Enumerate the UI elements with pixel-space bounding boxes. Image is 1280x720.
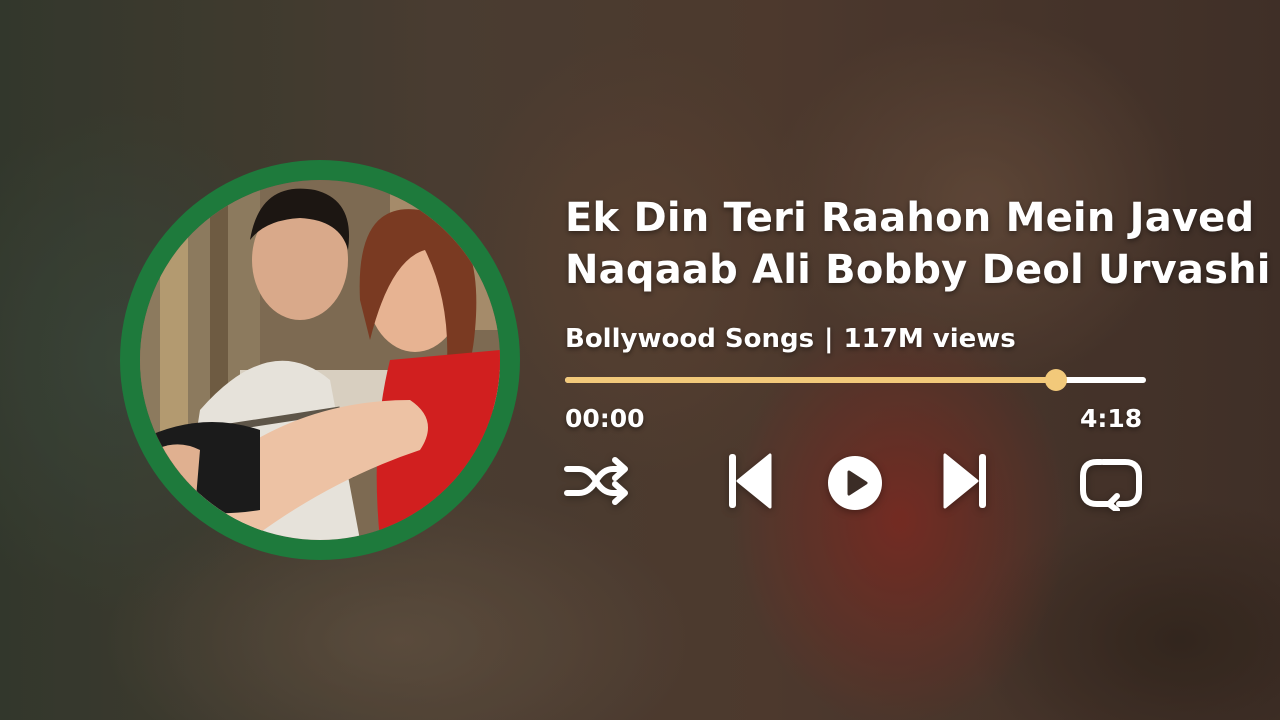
- next-button[interactable]: [941, 451, 989, 511]
- album-art-frame: [120, 160, 520, 560]
- channel-name: Bollywood Songs: [565, 324, 815, 354]
- play-button[interactable]: [827, 455, 883, 511]
- play-icon: [828, 456, 882, 510]
- album-art: [140, 180, 500, 540]
- progress-handle[interactable]: [1044, 369, 1067, 391]
- song-title: Ek Din Teri Raahon Mein Javed Naqaab Ali…: [565, 192, 1271, 296]
- previous-button[interactable]: [726, 451, 774, 511]
- view-count: 117M views: [843, 324, 1016, 354]
- song-title-line-2: Naqaab Ali Bobby Deol Urvashi: [565, 247, 1271, 293]
- meta-separator: |: [824, 324, 834, 354]
- shuffle-icon: [564, 457, 628, 505]
- skip-previous-icon: [729, 453, 772, 509]
- song-title-line-1: Ek Din Teri Raahon Mein Javed: [565, 195, 1255, 241]
- progress-fill: [565, 377, 1056, 383]
- shuffle-button[interactable]: [563, 451, 631, 511]
- skip-next-icon: [943, 453, 986, 509]
- repeat-icon: [1080, 459, 1142, 511]
- song-meta: Bollywood Songs | 117M views: [565, 322, 1016, 356]
- total-time: 4:18: [1080, 404, 1143, 433]
- progress-bar[interactable]: [565, 369, 1146, 391]
- album-art-image: [140, 180, 500, 540]
- elapsed-time: 00:00: [565, 404, 645, 433]
- repeat-button[interactable]: [1077, 455, 1145, 511]
